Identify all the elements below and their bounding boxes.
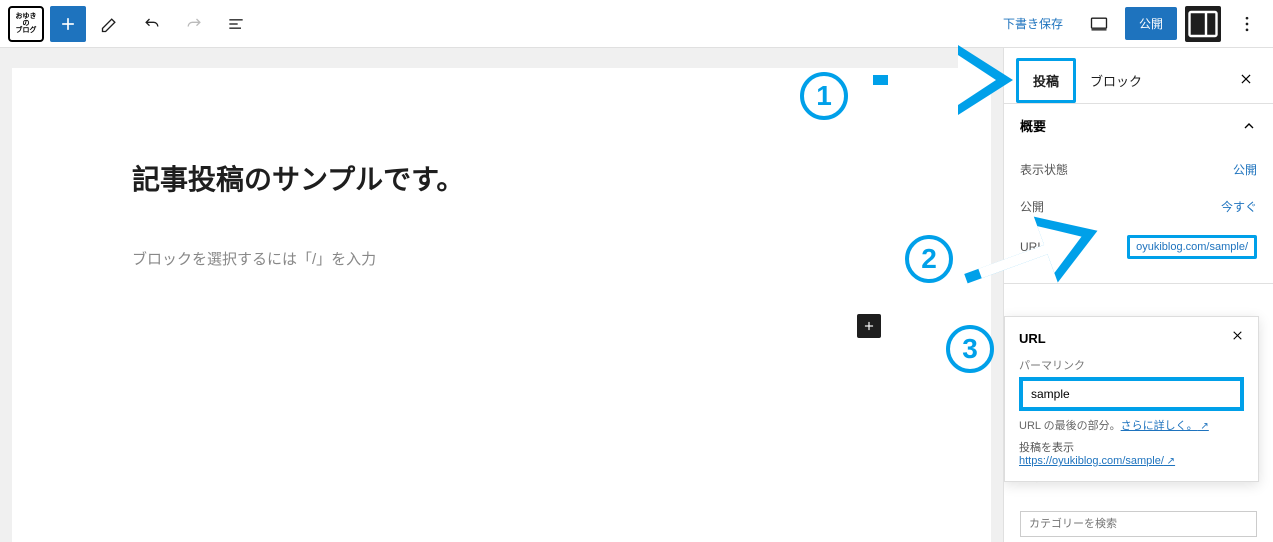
top-toolbar: おゆき の ブログ 下書き保存 公開	[0, 0, 1273, 48]
publish-time-label: 公開	[1020, 198, 1044, 215]
settings-panel-toggle[interactable]	[1185, 6, 1221, 42]
sidebar-icon	[1185, 6, 1221, 42]
outline-icon	[226, 14, 246, 34]
visibility-label: 表示状態	[1020, 161, 1068, 178]
inline-add-block-button[interactable]	[857, 314, 881, 338]
document-outline-button[interactable]	[218, 6, 254, 42]
preview-button[interactable]	[1081, 6, 1117, 42]
redo-button[interactable]	[176, 6, 212, 42]
category-body	[1004, 497, 1273, 542]
permalink-help: URL の最後の部分。さらに詳しく。	[1019, 417, 1244, 433]
view-post-label: 投稿を表示	[1019, 439, 1244, 455]
kebab-icon	[1237, 14, 1257, 34]
permalink-label: パーマリンク	[1019, 357, 1244, 373]
visibility-value[interactable]: 公開	[1233, 161, 1257, 178]
permalink-input[interactable]	[1019, 377, 1244, 411]
block-placeholder[interactable]: ブロックを選択するには「/」を入力	[132, 248, 871, 269]
publish-button[interactable]: 公開	[1125, 7, 1177, 40]
preview-icon	[1089, 14, 1109, 34]
summary-panel-body: 表示状態 公開 公開 今すぐ URL oyukiblog.com/sample/	[1004, 147, 1273, 283]
site-logo[interactable]: おゆき の ブログ	[8, 6, 44, 42]
url-popup-header: URL	[1019, 329, 1244, 347]
publish-time-value[interactable]: 今すぐ	[1221, 198, 1257, 215]
publish-time-row: 公開 今すぐ	[1020, 188, 1257, 225]
view-post-link[interactable]: https://oyukiblog.com/sample/	[1019, 455, 1175, 467]
editor-content: 記事投稿のサンプルです。 ブロックを選択するには「/」を入力	[12, 68, 991, 542]
close-icon	[1239, 72, 1253, 86]
url-popup-title: URL	[1019, 331, 1046, 346]
url-row: URL oyukiblog.com/sample/	[1020, 225, 1257, 269]
summary-panel: 概要 表示状態 公開 公開 今すぐ URL oyukiblog.com/samp…	[1004, 104, 1273, 284]
tab-block[interactable]: ブロック	[1076, 61, 1156, 100]
permalink-learn-more[interactable]: さらに詳しく。	[1121, 420, 1209, 432]
tab-post[interactable]: 投稿	[1016, 58, 1076, 103]
options-button[interactable]	[1229, 6, 1265, 42]
close-icon	[1231, 329, 1244, 342]
save-draft-button[interactable]: 下書き保存	[993, 9, 1073, 38]
summary-heading: 概要	[1020, 116, 1046, 135]
summary-panel-toggle[interactable]: 概要	[1004, 104, 1273, 147]
url-value-link[interactable]: oyukiblog.com/sample/	[1127, 235, 1257, 259]
plus-icon	[58, 14, 78, 34]
settings-sidebar: 投稿 ブロック 概要 表示状態 公開 公開 今すぐ U	[1003, 48, 1273, 542]
url-label: URL	[1020, 240, 1044, 254]
visibility-row: 表示状態 公開	[1020, 151, 1257, 188]
url-popup: URL パーマリンク URL の最後の部分。さらに詳しく。 投稿を表示 http…	[1004, 316, 1259, 482]
sidebar-tabs: 投稿 ブロック	[1004, 48, 1273, 104]
chevron-up-icon	[1241, 118, 1257, 134]
category-search-input[interactable]	[1020, 511, 1257, 537]
view-post-section: 投稿を表示 https://oyukiblog.com/sample/	[1019, 439, 1244, 467]
close-sidebar-button[interactable]	[1231, 66, 1261, 95]
undo-icon	[142, 14, 162, 34]
pencil-icon	[100, 14, 120, 34]
toolbar-right: 下書き保存 公開	[993, 6, 1265, 42]
add-block-button[interactable]	[50, 6, 86, 42]
main-area: 記事投稿のサンプルです。 ブロックを選択するには「/」を入力 投稿 ブロック 概…	[0, 48, 1273, 542]
post-title[interactable]: 記事投稿のサンプルです。	[132, 158, 871, 198]
editor-canvas[interactable]: 記事投稿のサンプルです。 ブロックを選択するには「/」を入力	[0, 48, 1003, 542]
url-popup-close[interactable]	[1231, 329, 1244, 347]
redo-icon	[184, 14, 204, 34]
edit-tool-button[interactable]	[92, 6, 128, 42]
toolbar-left: おゆき の ブログ	[8, 6, 254, 42]
undo-button[interactable]	[134, 6, 170, 42]
plus-icon	[862, 319, 876, 333]
